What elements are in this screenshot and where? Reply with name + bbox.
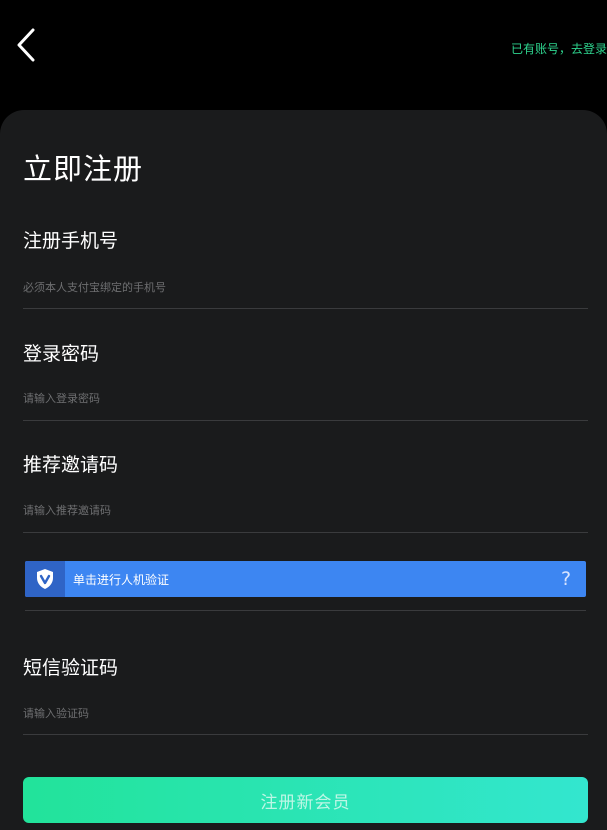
password-input[interactable] [23, 386, 588, 410]
chevron-left-icon [17, 28, 35, 62]
divider [25, 610, 586, 611]
divider [23, 308, 588, 309]
captcha-text: 单击进行人机验证 [73, 572, 170, 587]
captcha-icon-box [25, 561, 65, 597]
password-label: 登录密码 [23, 343, 100, 365]
login-link[interactable]: 已有账号，去登录 [511, 41, 607, 57]
shield-v-icon [37, 569, 53, 589]
invite-code-label: 推荐邀请码 [23, 454, 119, 476]
invite-code-input[interactable] [23, 498, 588, 522]
back-button[interactable] [10, 26, 42, 64]
captcha-help-icon[interactable]: ? [546, 568, 586, 590]
register-page: 已有账号，去登录 立即注册 注册手机号 登录密码 推荐邀请码 单击进行人机验证 … [0, 0, 607, 830]
divider [23, 532, 588, 533]
phone-label: 注册手机号 [23, 230, 119, 252]
sms-code-label: 短信验证码 [23, 657, 119, 679]
phone-input[interactable] [23, 275, 588, 299]
divider [23, 734, 588, 735]
sms-code-input[interactable] [23, 701, 588, 725]
register-submit-button[interactable]: 注册新会员 [23, 777, 588, 823]
header: 已有账号，去登录 [0, 0, 607, 110]
divider [23, 420, 588, 421]
page-title: 立即注册 [23, 152, 144, 186]
captcha-button[interactable]: 单击进行人机验证 ? [25, 561, 586, 597]
